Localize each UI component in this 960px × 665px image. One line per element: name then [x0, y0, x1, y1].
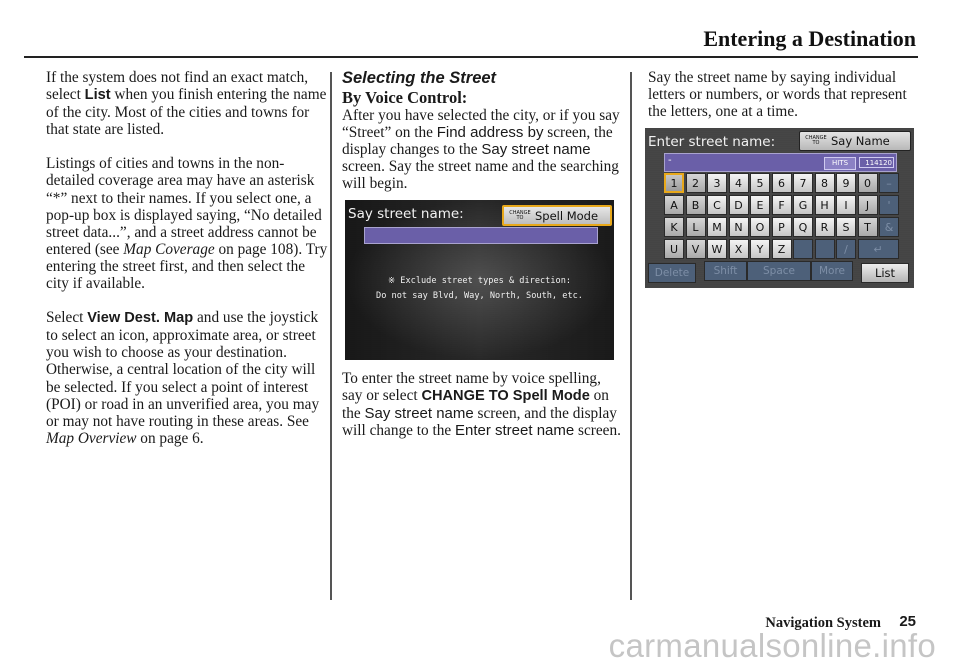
say-street-name-screen: Say street name: CHANGE TO Spell Mode ※ … [345, 200, 614, 360]
paragraph-view-dest-map: Select View Dest. Map and use the joysti… [46, 309, 320, 447]
key-blank [814, 239, 835, 259]
key-dash[interactable]: – [879, 173, 899, 193]
key-p[interactable]: P [771, 217, 792, 237]
sub-heading: By Voice Control: [342, 88, 468, 107]
ui-term-change-to-spell-mode: CHANGE TO Spell Mode [421, 388, 590, 405]
column-2: Selecting the Street By Voice Control: A… [342, 69, 624, 439]
input-value: - [668, 155, 672, 166]
key-enter[interactable]: ↵ [857, 239, 899, 259]
key-i[interactable]: I [836, 195, 856, 215]
change-to-spell-mode-button[interactable]: CHANGE TO Spell Mode [502, 205, 612, 226]
key-0[interactable]: 0 [857, 173, 878, 193]
key-r[interactable]: R [814, 217, 835, 237]
key-k[interactable]: K [664, 217, 684, 237]
key-a[interactable]: A [664, 195, 684, 215]
key-m[interactable]: M [707, 217, 727, 237]
key-g[interactable]: G [793, 195, 813, 215]
key-2[interactable]: 2 [685, 173, 706, 193]
key-t[interactable]: T [857, 217, 878, 237]
change-to-label: Say Name [831, 134, 890, 148]
change-to-caption: CHANGE TO [509, 209, 531, 221]
key-apostrophe[interactable]: ' [879, 195, 899, 215]
column-divider-left [330, 72, 332, 600]
key-blank [793, 239, 813, 259]
key-1[interactable]: 1 [664, 173, 684, 193]
key-j[interactable]: J [857, 195, 878, 215]
key-ampersand[interactable]: & [879, 217, 899, 237]
instruction-note: Do not say Blvd, Way, North, South, etc. [376, 291, 583, 301]
watermark: carmanualsonline.info [608, 627, 936, 664]
change-to-caption: CHANGE TO [805, 135, 827, 146]
key-slash[interactable]: / [836, 239, 856, 259]
enter-street-name-screen: Enter street name: CHANGE TO Say Name - … [645, 128, 914, 288]
paragraph-spell-letters: Say the street name by saying individual… [648, 69, 907, 121]
shift-key[interactable]: Shift [704, 261, 747, 281]
key-e[interactable]: E [750, 195, 770, 215]
key-z[interactable]: Z [771, 239, 792, 259]
ui-term-say-street-name: Say street name [364, 405, 474, 423]
key-7[interactable]: 7 [793, 173, 813, 193]
key-y[interactable]: Y [750, 239, 770, 259]
ui-term-view-dest-map: View Dest. Map [87, 310, 194, 327]
key-3[interactable]: 3 [707, 173, 727, 193]
change-to-say-name-button[interactable]: CHANGE TO Say Name [799, 131, 911, 151]
paragraph-voice-intro: After you have selected the city, or if … [342, 107, 620, 193]
key-s[interactable]: S [836, 217, 856, 237]
hits-count: 114120 [859, 157, 894, 168]
paragraph-spell-mode: To enter the street name by voice spelli… [342, 370, 621, 440]
key-l[interactable]: L [685, 217, 706, 237]
section-heading: Selecting the Street [342, 69, 497, 87]
space-key[interactable]: Space [747, 261, 811, 281]
key-v[interactable]: V [685, 239, 706, 259]
list-button[interactable]: List [861, 263, 909, 283]
key-b[interactable]: B [685, 195, 706, 215]
hits-label: HITS [824, 157, 856, 170]
key-8[interactable]: 8 [814, 173, 835, 193]
street-name-input[interactable]: - HITS 114120 [664, 153, 897, 172]
more-key[interactable]: More [811, 261, 853, 281]
link-map-overview[interactable]: Map Overview [46, 430, 136, 447]
key-f[interactable]: F [771, 195, 792, 215]
key-q[interactable]: Q [793, 217, 813, 237]
ui-term-find-address-by: Find address by [436, 124, 544, 142]
street-name-input[interactable] [364, 227, 598, 244]
paragraph-non-detailed: Listings of cities and towns in the non-… [46, 155, 328, 293]
header-rule [24, 56, 918, 58]
key-w[interactable]: W [707, 239, 727, 259]
key-6[interactable]: 6 [771, 173, 792, 193]
delete-key[interactable]: Delete [648, 263, 696, 283]
screen-title: Enter street name: [648, 134, 776, 150]
key-n[interactable]: N [728, 217, 749, 237]
key-c[interactable]: C [707, 195, 727, 215]
ui-term-enter-street-name: Enter street name [455, 422, 575, 440]
ui-term-say-street-name: Say street name [481, 141, 591, 159]
key-u[interactable]: U [664, 239, 684, 259]
link-map-coverage[interactable]: Map Coverage [123, 241, 214, 258]
key-4[interactable]: 4 [728, 173, 749, 193]
paragraph-list-select: If the system does not find an exact mat… [46, 69, 327, 139]
instruction-note: ※ Exclude street types & direction: [387, 276, 572, 286]
column-1: If the system does not find an exact mat… [46, 69, 330, 464]
key-h[interactable]: H [814, 195, 835, 215]
key-9[interactable]: 9 [836, 173, 856, 193]
key-d[interactable]: D [728, 195, 749, 215]
key-5[interactable]: 5 [750, 173, 770, 193]
change-to-label: Spell Mode [535, 208, 599, 223]
screen-title: Say street name: [348, 206, 464, 222]
key-o[interactable]: O [750, 217, 770, 237]
column-divider-right [630, 72, 632, 600]
ui-term-list: List [84, 87, 111, 104]
key-x[interactable]: X [728, 239, 749, 259]
page-title: Entering a Destination [703, 26, 916, 51]
